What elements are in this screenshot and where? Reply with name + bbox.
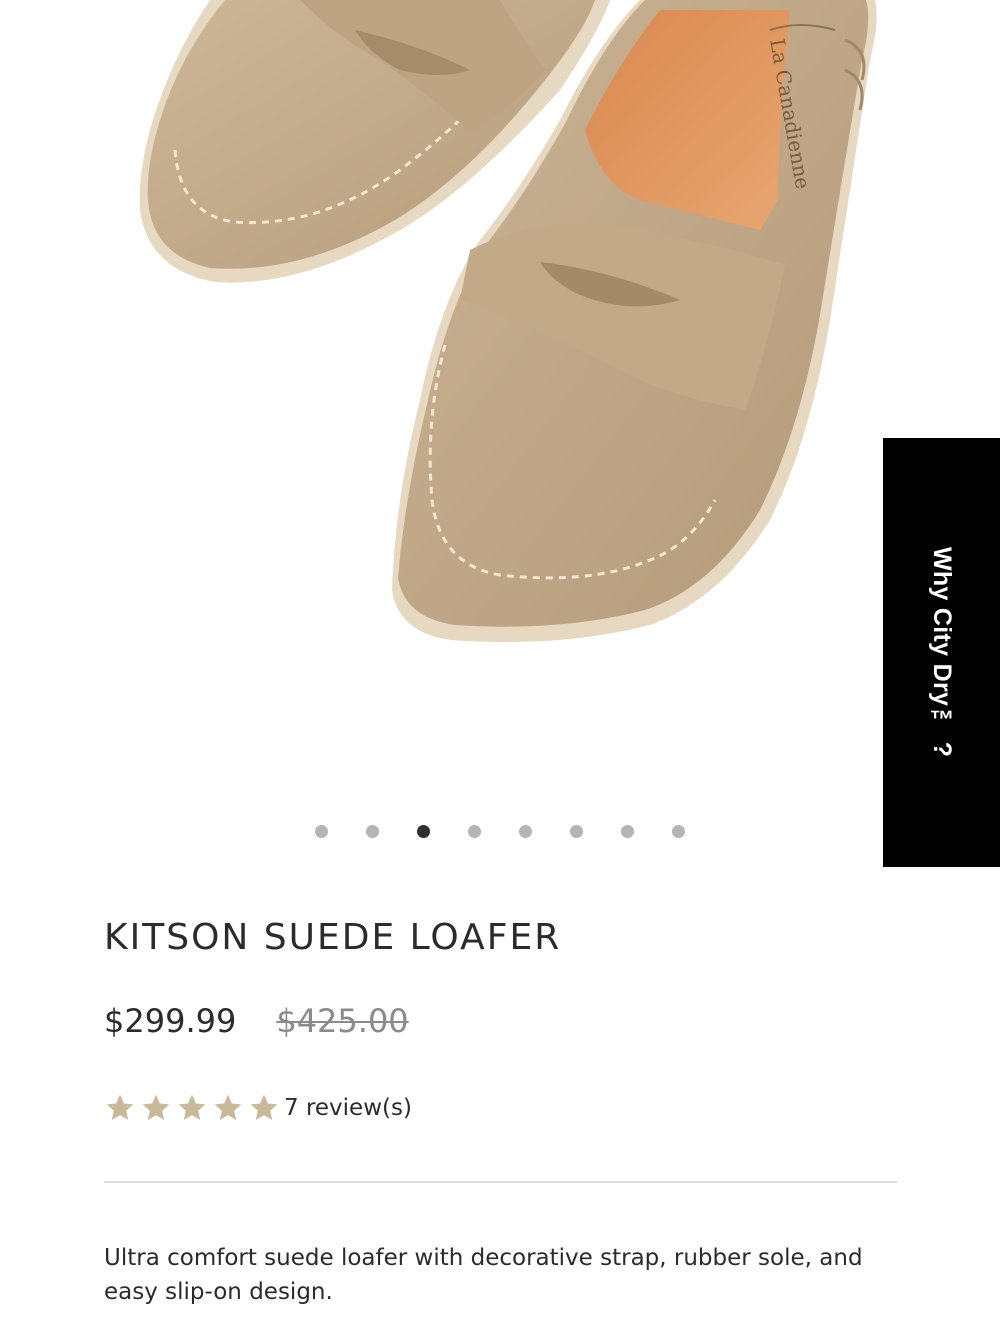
star-rating [104, 1092, 280, 1124]
gallery-dot-3-active[interactable] [417, 824, 430, 838]
product-image: La Canadienne [139, 0, 877, 643]
gallery-dot-6[interactable] [570, 824, 583, 838]
product-description: Ultra comfort suede loafer with decorati… [104, 1245, 863, 1305]
original-price: $425.00 [276, 1002, 409, 1040]
why-city-dry-label: Why City Dry™ ? [928, 547, 956, 758]
sale-price: $299.99 [104, 1002, 237, 1040]
gallery-dot-8[interactable] [672, 824, 685, 838]
gallery-dot-7[interactable] [621, 824, 634, 838]
star-icon [214, 1094, 242, 1120]
why-city-dry-tab[interactable]: Why City Dry™ ? [883, 438, 1000, 867]
star-icon [142, 1094, 170, 1120]
rating-summary[interactable]: 7 review(s) [104, 1092, 412, 1124]
star-icon [178, 1094, 206, 1120]
gallery-dot-1[interactable] [315, 824, 328, 838]
gallery-dot-2[interactable] [366, 824, 379, 838]
star-icon [106, 1094, 134, 1120]
gallery-pagination [0, 820, 1000, 842]
gallery-dot-4[interactable] [468, 824, 481, 838]
product-title: KITSON SUEDE LOAFER [104, 917, 562, 958]
price-block: $299.99 $425.00 [104, 1002, 409, 1040]
reviews-link[interactable]: 7 review(s) [284, 1095, 412, 1121]
section-divider [104, 1181, 897, 1183]
product-image-gallery[interactable]: La Canadienne [0, 0, 1000, 800]
star-icon [250, 1094, 278, 1120]
gallery-dot-5[interactable] [519, 824, 532, 838]
